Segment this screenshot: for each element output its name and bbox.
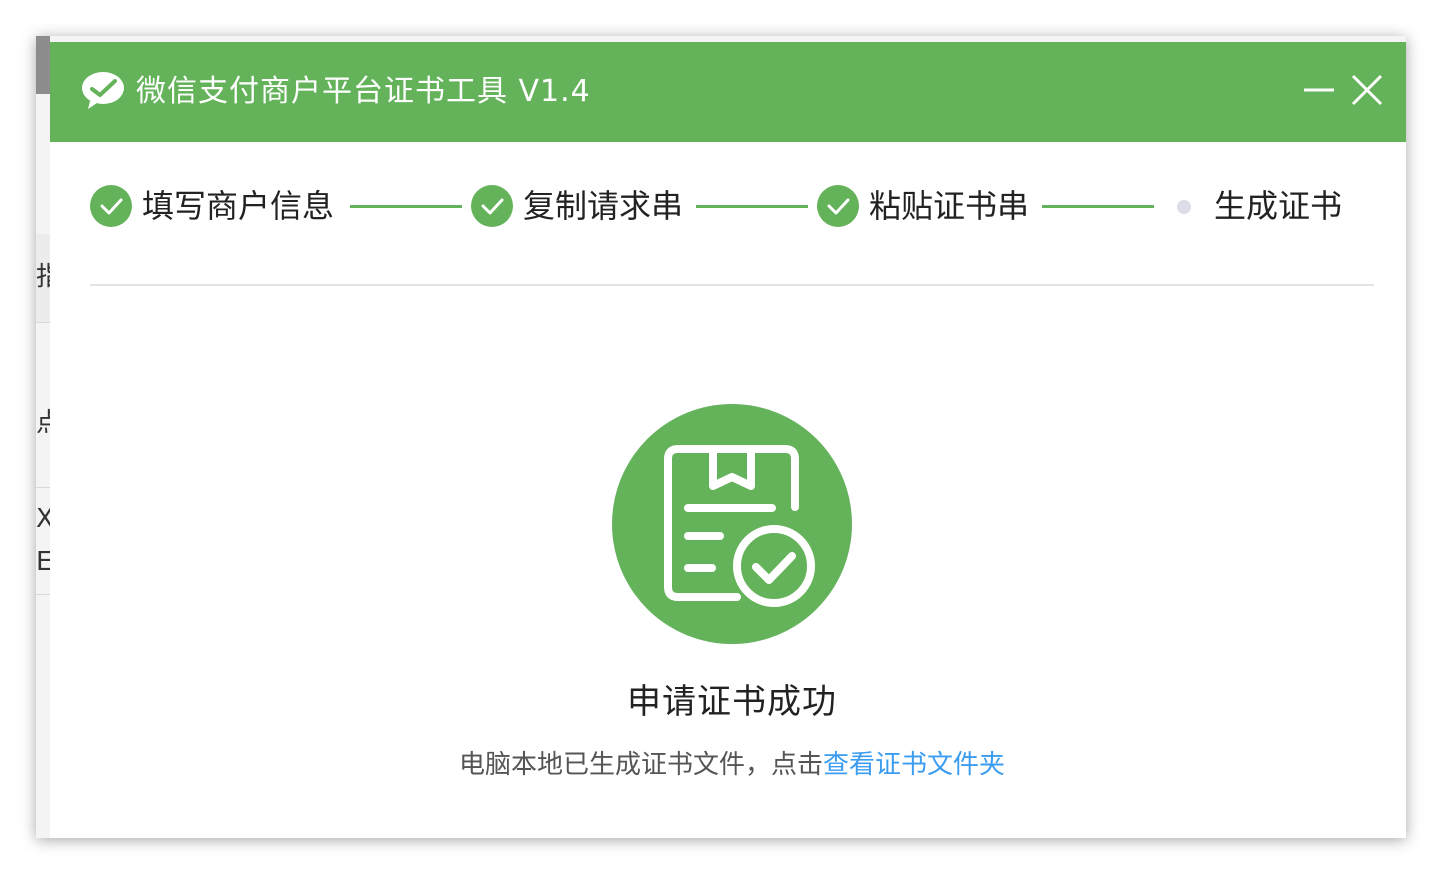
- close-button[interactable]: [1349, 72, 1385, 108]
- close-icon: [1351, 74, 1383, 106]
- background-divider: [36, 487, 50, 488]
- background-divider: [36, 322, 50, 323]
- minimize-icon: [1304, 88, 1334, 92]
- step-connector: [696, 205, 808, 208]
- result-description-text: 电脑本地已生成证书文件，点击: [458, 750, 823, 780]
- app-window: 微信支付商户平台证书工具 V1.4 填写商户信息 复制请求串 粘贴证书串 生成证…: [50, 42, 1406, 838]
- step-progress: 填写商户信息 复制请求串 粘贴证书串 生成证书: [90, 184, 1374, 284]
- open-cert-folder-link[interactable]: 查看证书文件夹: [823, 750, 1005, 780]
- step-label: 生成证书: [1214, 187, 1343, 225]
- section-divider: [90, 284, 1374, 286]
- background-text: 指: [36, 262, 50, 292]
- background-divider: [36, 594, 50, 595]
- background-titlebar-edge: [36, 36, 50, 94]
- step-copy-request: 复制请求串: [471, 184, 683, 228]
- background-text: EN: [36, 547, 50, 577]
- window-title: 微信支付商户平台证书工具 V1.4: [136, 74, 591, 109]
- minimize-button[interactable]: [1301, 72, 1337, 108]
- step-done-check-icon: [471, 185, 513, 227]
- title-bar[interactable]: 微信支付商户平台证书工具 V1.4: [50, 42, 1406, 142]
- background-text: X: [36, 504, 50, 534]
- step-label: 复制请求串: [523, 187, 684, 225]
- step-label: 填写商户信息: [142, 187, 335, 225]
- step-fill-merchant-info: 填写商户信息: [90, 184, 334, 228]
- step-connector: [350, 205, 462, 208]
- background-text: 点: [36, 408, 50, 438]
- step-done-check-icon: [90, 185, 132, 227]
- result-title: 申请证书成功: [627, 682, 837, 722]
- step-generate-cert: 生成证书: [1214, 184, 1342, 228]
- wechat-pay-logo-icon: [82, 72, 124, 109]
- step-label: 粘贴证书串: [869, 187, 1030, 225]
- step-paste-cert: 粘贴证书串: [817, 184, 1029, 228]
- step-connector: [1042, 205, 1154, 208]
- step-done-check-icon: [817, 185, 859, 227]
- certificate-success-icon: [612, 404, 852, 644]
- step-pending-dot-icon: [1177, 200, 1191, 214]
- result-description: 电脑本地已生成证书文件，点击查看证书文件夹: [50, 745, 1414, 785]
